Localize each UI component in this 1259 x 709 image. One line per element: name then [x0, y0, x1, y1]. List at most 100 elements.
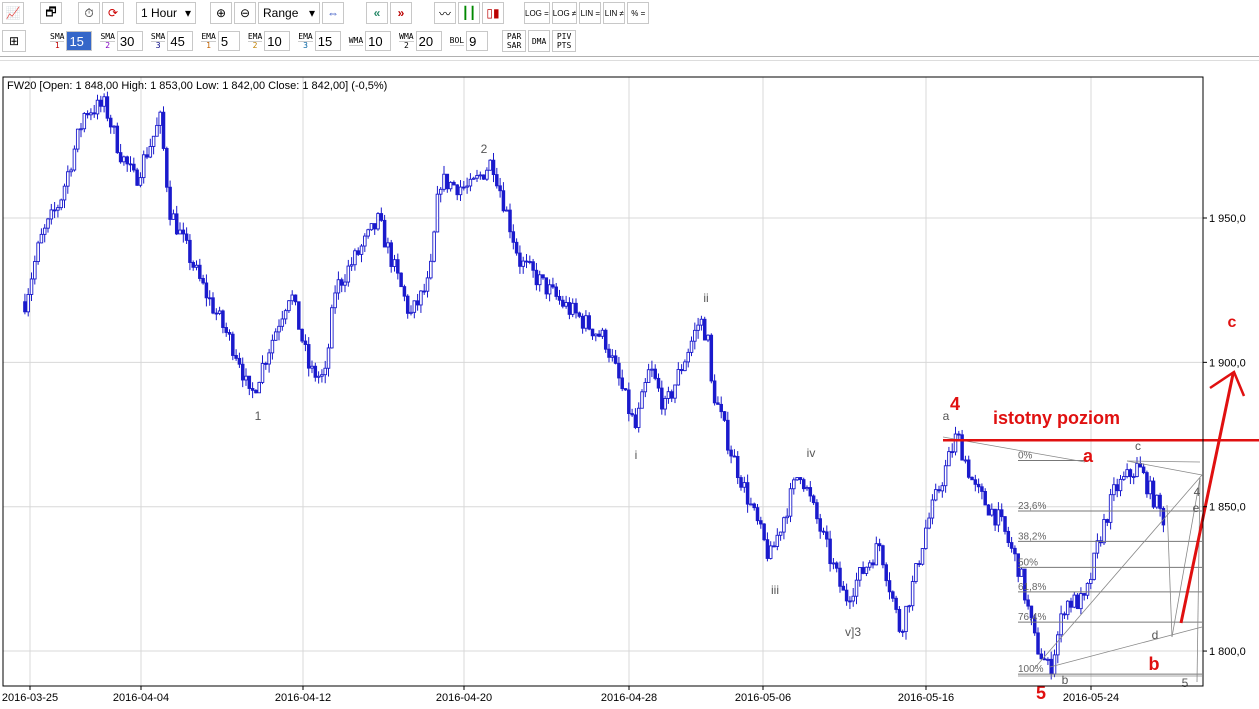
- price-bar: [52, 202, 57, 219]
- price-bar: [372, 223, 377, 235]
- price-bar: [818, 513, 822, 539]
- price-bar: [584, 310, 588, 332]
- projection-arrow[interactable]: [1179, 373, 1235, 624]
- price-bar: [194, 260, 199, 271]
- price-bar: [508, 203, 512, 239]
- price-bar: [23, 293, 27, 315]
- price-bar: [650, 360, 654, 378]
- price-bar: [458, 180, 463, 201]
- price-bar: [570, 298, 575, 318]
- price-bar: [56, 204, 60, 218]
- price-bar: [115, 122, 120, 154]
- price-bar: [795, 477, 799, 481]
- price-bar: [471, 176, 476, 180]
- price-bar: [1155, 494, 1159, 510]
- price-bar: [867, 560, 872, 571]
- price-bar: [894, 595, 898, 614]
- price-bar: [155, 117, 159, 137]
- price-bar: [960, 429, 964, 461]
- price-bar: [442, 165, 446, 192]
- price-bar: [429, 253, 433, 280]
- price-bar: [313, 362, 318, 382]
- price-bar: [920, 548, 925, 566]
- price-bar: [224, 322, 228, 337]
- price-bar: [112, 125, 116, 134]
- wave-label: iii: [771, 583, 779, 597]
- price-bar: [653, 364, 657, 381]
- price-bar: [303, 334, 308, 352]
- price-bar: [422, 283, 426, 295]
- price-bar: [198, 258, 202, 282]
- price-bar: [1135, 457, 1139, 478]
- price-bar: [475, 169, 479, 182]
- price-bar: [587, 312, 591, 331]
- price-bar: [640, 389, 644, 409]
- price-bar: [815, 499, 819, 524]
- price-bar: [141, 150, 146, 184]
- price-bar: [455, 184, 459, 201]
- price-bar: [742, 476, 747, 493]
- price-bar: [405, 294, 410, 319]
- price-bar: [524, 254, 529, 269]
- price-bar: [633, 408, 638, 430]
- price-bar: [1072, 592, 1077, 609]
- price-bar: [148, 138, 153, 159]
- price-bar: [207, 290, 212, 306]
- price-bar: [762, 523, 766, 542]
- price-bar: [29, 272, 34, 302]
- price-bar: [1151, 477, 1156, 509]
- price-bar: [732, 449, 737, 458]
- price-bar: [547, 279, 552, 302]
- wave-label: ii: [703, 291, 708, 305]
- trend-line: [1126, 460, 1201, 463]
- price-bar: [376, 212, 380, 231]
- price-bar: [290, 290, 294, 305]
- price-bar: [884, 562, 888, 587]
- wave-label-red: b: [1149, 654, 1160, 674]
- price-bar: [356, 247, 360, 257]
- price-bar: [927, 512, 931, 530]
- price-bar: [1158, 492, 1162, 517]
- price-bar: [300, 328, 304, 344]
- price-bar: [1085, 582, 1090, 600]
- price-bar: [343, 274, 347, 293]
- price-bar: [716, 396, 720, 405]
- price-bar: [168, 180, 172, 226]
- price-bar: [957, 430, 961, 440]
- price-bar: [118, 143, 123, 164]
- price-bar: [551, 277, 555, 289]
- x-tick-label: 2016-04-12: [275, 692, 331, 704]
- wave-label-red: a: [1083, 446, 1094, 466]
- price-bar: [320, 369, 324, 383]
- price-bar: [46, 217, 50, 233]
- price-bar: [504, 206, 509, 212]
- wave-label: 5: [1182, 676, 1189, 690]
- price-bar: [161, 106, 166, 151]
- price-bar: [937, 485, 941, 494]
- price-bar: [1049, 651, 1053, 680]
- price-bar: [158, 110, 162, 134]
- price-bar: [382, 214, 387, 248]
- price-bar: [669, 389, 674, 403]
- price-bar: [528, 255, 532, 265]
- price-bar: [1125, 463, 1129, 479]
- price-bar: [1026, 594, 1030, 610]
- price-chart[interactable]: 0%23,6%38,2%50%61,8%76,4%100%istotny poz…: [0, 0, 1259, 709]
- trend-line: [1166, 504, 1173, 638]
- price-bar: [821, 527, 826, 535]
- price-bar: [541, 274, 545, 280]
- price-bar: [749, 497, 753, 506]
- price-bar: [930, 494, 935, 525]
- price-bar: [221, 309, 225, 334]
- price-bar: [699, 315, 704, 331]
- price-bar: [79, 123, 83, 138]
- price-bar: [590, 328, 595, 340]
- price-bar: [775, 528, 780, 551]
- price-bar: [39, 228, 44, 244]
- price-bar: [488, 159, 492, 171]
- price-bar: [666, 386, 671, 404]
- price-bar: [851, 587, 855, 607]
- price-bar: [171, 209, 176, 220]
- price-bar: [534, 262, 539, 291]
- price-bar: [326, 343, 331, 377]
